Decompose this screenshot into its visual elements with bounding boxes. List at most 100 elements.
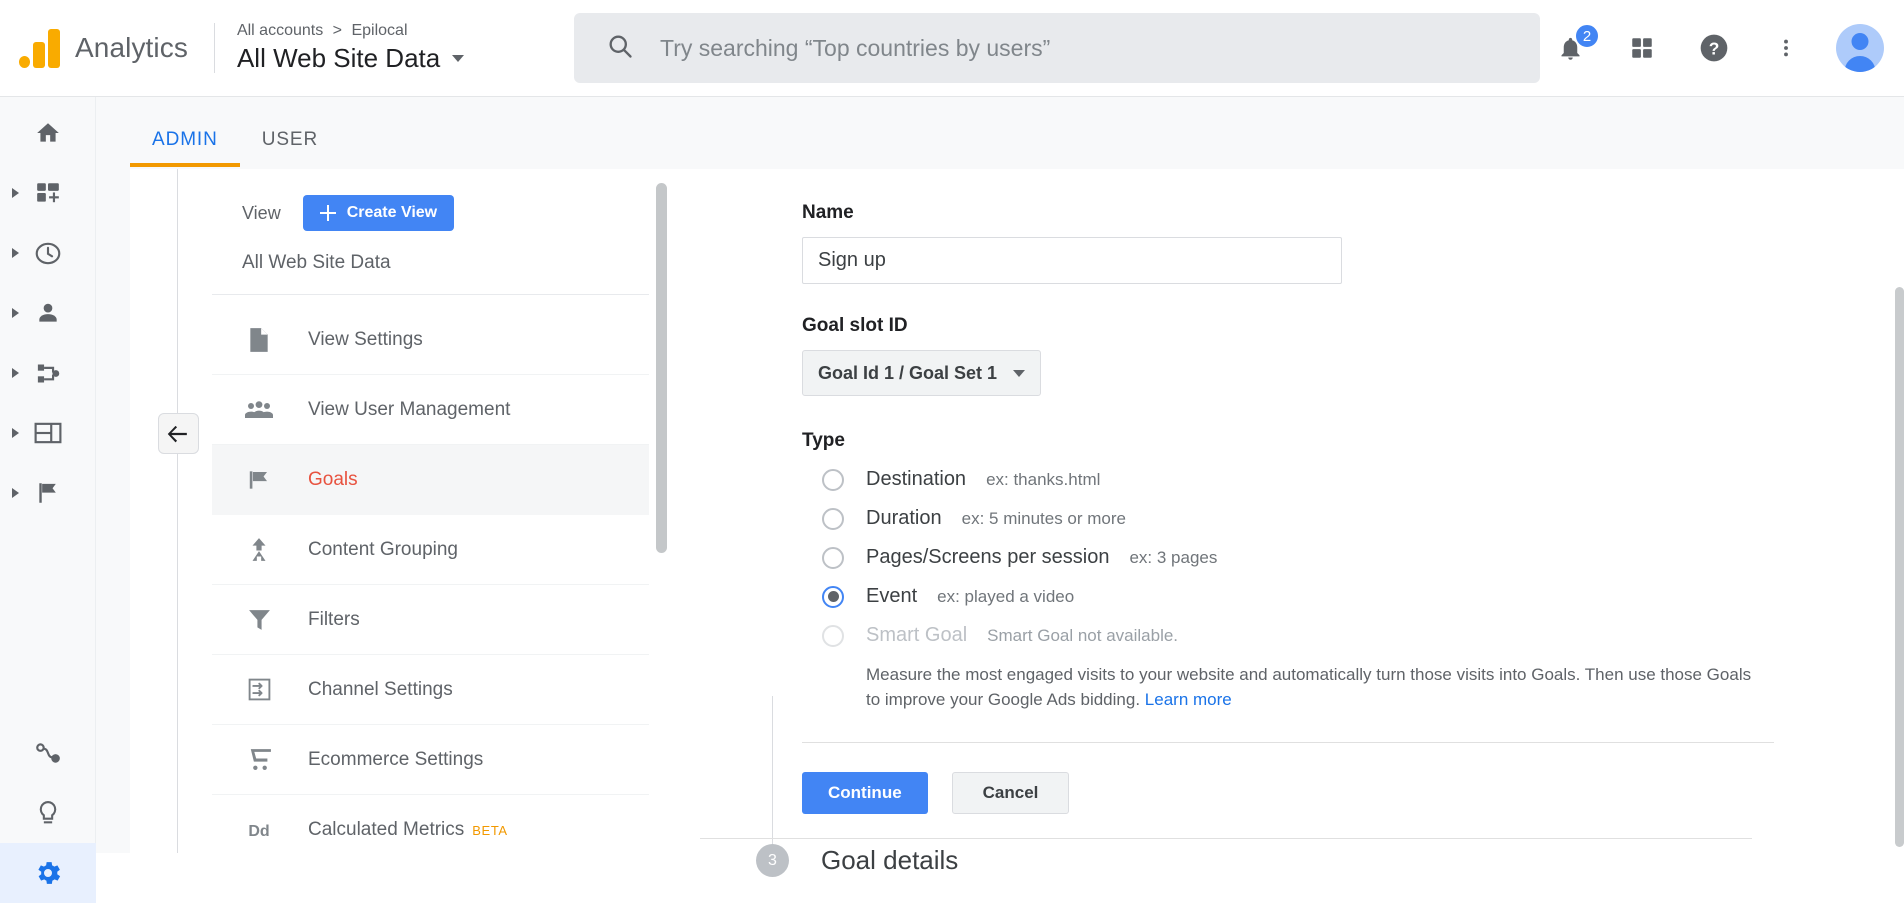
nav-label: Channel Settings xyxy=(308,678,453,700)
rail-item-home[interactable] xyxy=(0,103,96,163)
breadcrumb-property[interactable]: Epilocal xyxy=(351,22,407,39)
beta-badge: BETA xyxy=(472,822,508,838)
nav-item-view-settings[interactable]: View Settings xyxy=(212,305,649,375)
create-view-button[interactable]: Create View xyxy=(302,195,455,231)
search-bar[interactable] xyxy=(574,13,1540,83)
nav-label: View Settings xyxy=(308,328,423,350)
radio-example: Smart Goal not available. xyxy=(987,625,1179,645)
rail-item-behavior[interactable] xyxy=(0,403,96,463)
nav-item-calculated-metrics[interactable]: Dd Calculated Metrics BETA xyxy=(212,795,649,853)
radio-duration[interactable]: Duration ex: 5 minutes or more xyxy=(802,507,1904,530)
nav-item-channel-settings[interactable]: Channel Settings xyxy=(212,655,649,725)
page-scrollbar[interactable] xyxy=(1895,287,1904,847)
radio-example: ex: 3 pages xyxy=(1129,547,1218,567)
content-grouping-icon xyxy=(242,537,276,563)
radio-button[interactable] xyxy=(822,546,844,569)
admin-nav-list: View Settings View User Management Goals… xyxy=(212,305,667,853)
goal-details-step[interactable]: 3 Goal details xyxy=(734,696,1904,878)
step-number-badge: 3 xyxy=(756,844,789,878)
goal-form-column: Name Goal slot ID Goal Id 1 / Goal Set 1… xyxy=(700,169,1904,878)
rail-item-realtime[interactable] xyxy=(0,223,96,283)
chevron-down-icon xyxy=(452,55,465,62)
radio-event[interactable]: Event ex: played a video xyxy=(802,585,1904,608)
smart-goal-description-text: Measure the most engaged visits to your … xyxy=(866,665,1752,709)
step-title: Goal details xyxy=(821,845,959,876)
home-icon xyxy=(35,120,61,146)
tab-user[interactable]: USER xyxy=(240,129,340,167)
expand-arrow-icon xyxy=(12,188,19,198)
rail-item-discover[interactable] xyxy=(0,723,96,783)
goal-slot-id-select[interactable]: Goal Id 1 / Goal Set 1 xyxy=(802,350,1042,396)
view-label: View xyxy=(242,202,281,223)
type-label: Type xyxy=(802,430,845,451)
discover-path-icon xyxy=(34,741,62,765)
admin-tabs: ADMIN USER xyxy=(130,97,340,167)
radio-button[interactable] xyxy=(822,585,844,608)
admin-panel: View Create View All Web Site Data View … xyxy=(130,169,1904,878)
brand-name: Analytics xyxy=(75,32,188,63)
header-actions: 2 ? xyxy=(1548,0,1884,96)
view-header-row: View Create View xyxy=(212,169,667,231)
goal-name-input[interactable] xyxy=(802,237,1342,284)
avatar[interactable] xyxy=(1836,24,1884,72)
notifications-button[interactable]: 2 xyxy=(1548,23,1600,70)
clock-icon xyxy=(35,240,62,267)
view-title[interactable]: All Web Site Data xyxy=(236,43,465,74)
step-connector-line xyxy=(772,696,773,845)
view-title-text: All Web Site Data xyxy=(236,43,441,73)
breadcrumb-separator: > xyxy=(332,22,343,39)
customization-icon xyxy=(34,180,62,206)
apps-grid-button[interactable] xyxy=(1620,26,1664,70)
nav-label: Goals xyxy=(308,468,358,490)
nav-item-ecommerce-settings[interactable]: Ecommerce Settings xyxy=(212,725,649,795)
expand-arrow-icon xyxy=(12,368,19,378)
search-icon xyxy=(606,32,634,65)
more-options-button[interactable] xyxy=(1764,26,1808,70)
breadcrumb-account[interactable]: All accounts xyxy=(237,22,323,39)
rail-item-conversions[interactable] xyxy=(0,463,96,523)
rail-item-customization[interactable] xyxy=(0,163,96,223)
radio-label: Event xyxy=(866,585,918,607)
dd-icon: Dd xyxy=(242,820,276,840)
form-divider xyxy=(802,742,1774,744)
rail-item-audience[interactable] xyxy=(0,283,96,343)
radio-label: Smart Goal xyxy=(866,624,968,646)
current-view-name: All Web Site Data xyxy=(212,231,649,295)
cancel-button[interactable]: Cancel xyxy=(951,772,1070,815)
rail-item-admin[interactable] xyxy=(0,843,96,903)
nav-item-goals[interactable]: Goals xyxy=(212,445,649,515)
gear-icon xyxy=(33,858,63,888)
radio-destination[interactable]: Destination ex: thanks.html xyxy=(802,468,1904,491)
svg-text:Dd: Dd xyxy=(248,823,269,840)
view-settings-column: View Create View All Web Site Data View … xyxy=(212,169,667,853)
search-input[interactable] xyxy=(660,34,1500,62)
tab-admin[interactable]: ADMIN xyxy=(130,129,240,167)
breadcrumb: All accounts > Epilocal xyxy=(237,22,464,40)
continue-button[interactable]: Continue xyxy=(802,772,928,815)
radio-label: Destination xyxy=(866,468,967,490)
rail-item-attribution[interactable] xyxy=(0,783,96,843)
main-content: ADMIN USER View Create View All Web Site… xyxy=(96,97,1904,878)
nav-label: Content Grouping xyxy=(308,538,458,560)
radio-example: ex: 5 minutes or more xyxy=(961,508,1127,528)
radio-pages-screens-per-session[interactable]: Pages/Screens per session ex: 3 pages xyxy=(802,546,1904,569)
person-icon xyxy=(35,300,61,326)
radio-button[interactable] xyxy=(822,468,844,491)
nav-item-content-grouping[interactable]: Content Grouping xyxy=(212,515,649,585)
nav-item-view-user-management[interactable]: View User Management xyxy=(212,375,649,445)
expand-arrow-icon xyxy=(12,308,19,318)
radio-example: ex: played a video xyxy=(937,586,1075,606)
create-view-label: Create View xyxy=(346,204,438,221)
collapse-back-button[interactable] xyxy=(158,413,199,454)
share-nodes-icon xyxy=(35,360,62,387)
rail-item-acquisition[interactable] xyxy=(0,343,96,403)
account-selector[interactable]: All accounts > Epilocal All Web Site Dat… xyxy=(236,22,465,74)
help-button[interactable]: ? xyxy=(1692,26,1736,70)
settings-column-scrollbar[interactable] xyxy=(656,183,667,553)
flag-icon xyxy=(242,467,276,493)
learn-more-link[interactable]: Learn more xyxy=(1145,690,1232,709)
left-nav-rail xyxy=(0,97,96,903)
radio-button[interactable] xyxy=(822,507,844,530)
nav-item-filters[interactable]: Filters xyxy=(212,585,649,655)
chevron-down-icon xyxy=(1013,369,1026,377)
